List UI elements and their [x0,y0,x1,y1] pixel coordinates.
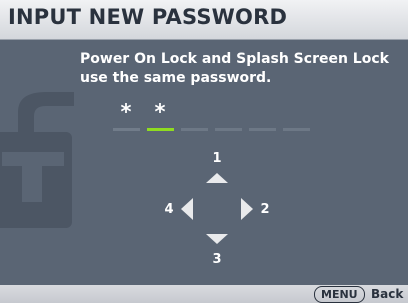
back-label: Back [371,287,404,301]
arrow-down-icon[interactable] [206,234,228,244]
password-slot-5 [249,128,276,131]
password-digit-2: * [154,100,166,124]
password-slot-4 [215,128,242,131]
dialog-header: INPUT NEW PASSWORD [0,0,408,40]
keypad-label-1: 1 [212,151,222,166]
password-slot-3 [181,128,208,131]
password-slot-2-active [147,128,174,131]
arrow-up-icon[interactable] [206,173,228,183]
instruction-line-1: Power On Lock and Splash Screen Lock [80,51,389,67]
keypad-label-2: 2 [260,202,270,217]
keypad-label-4: 4 [164,202,174,217]
page-title: INPUT NEW PASSWORD [8,5,288,29]
password-slot-1 [113,128,140,131]
lock-icon [0,92,74,228]
arrow-right-icon[interactable] [241,198,253,220]
dialog-footer: MENU Back [0,285,408,303]
arrow-left-icon[interactable] [181,198,193,220]
password-digit-1: * [120,100,132,124]
password-slot-6 [283,128,310,131]
menu-key-button[interactable]: MENU [314,286,365,303]
keypad-label-3: 3 [212,252,222,267]
password-instructions: Power On Lock and Splash Screen Lock use… [80,50,406,88]
instruction-line-2: use the same password. [80,70,272,86]
dialog-body: Power On Lock and Splash Screen Lock use… [0,40,408,285]
password-dialog: INPUT NEW PASSWORD Power On Lock and Spl… [0,0,408,303]
